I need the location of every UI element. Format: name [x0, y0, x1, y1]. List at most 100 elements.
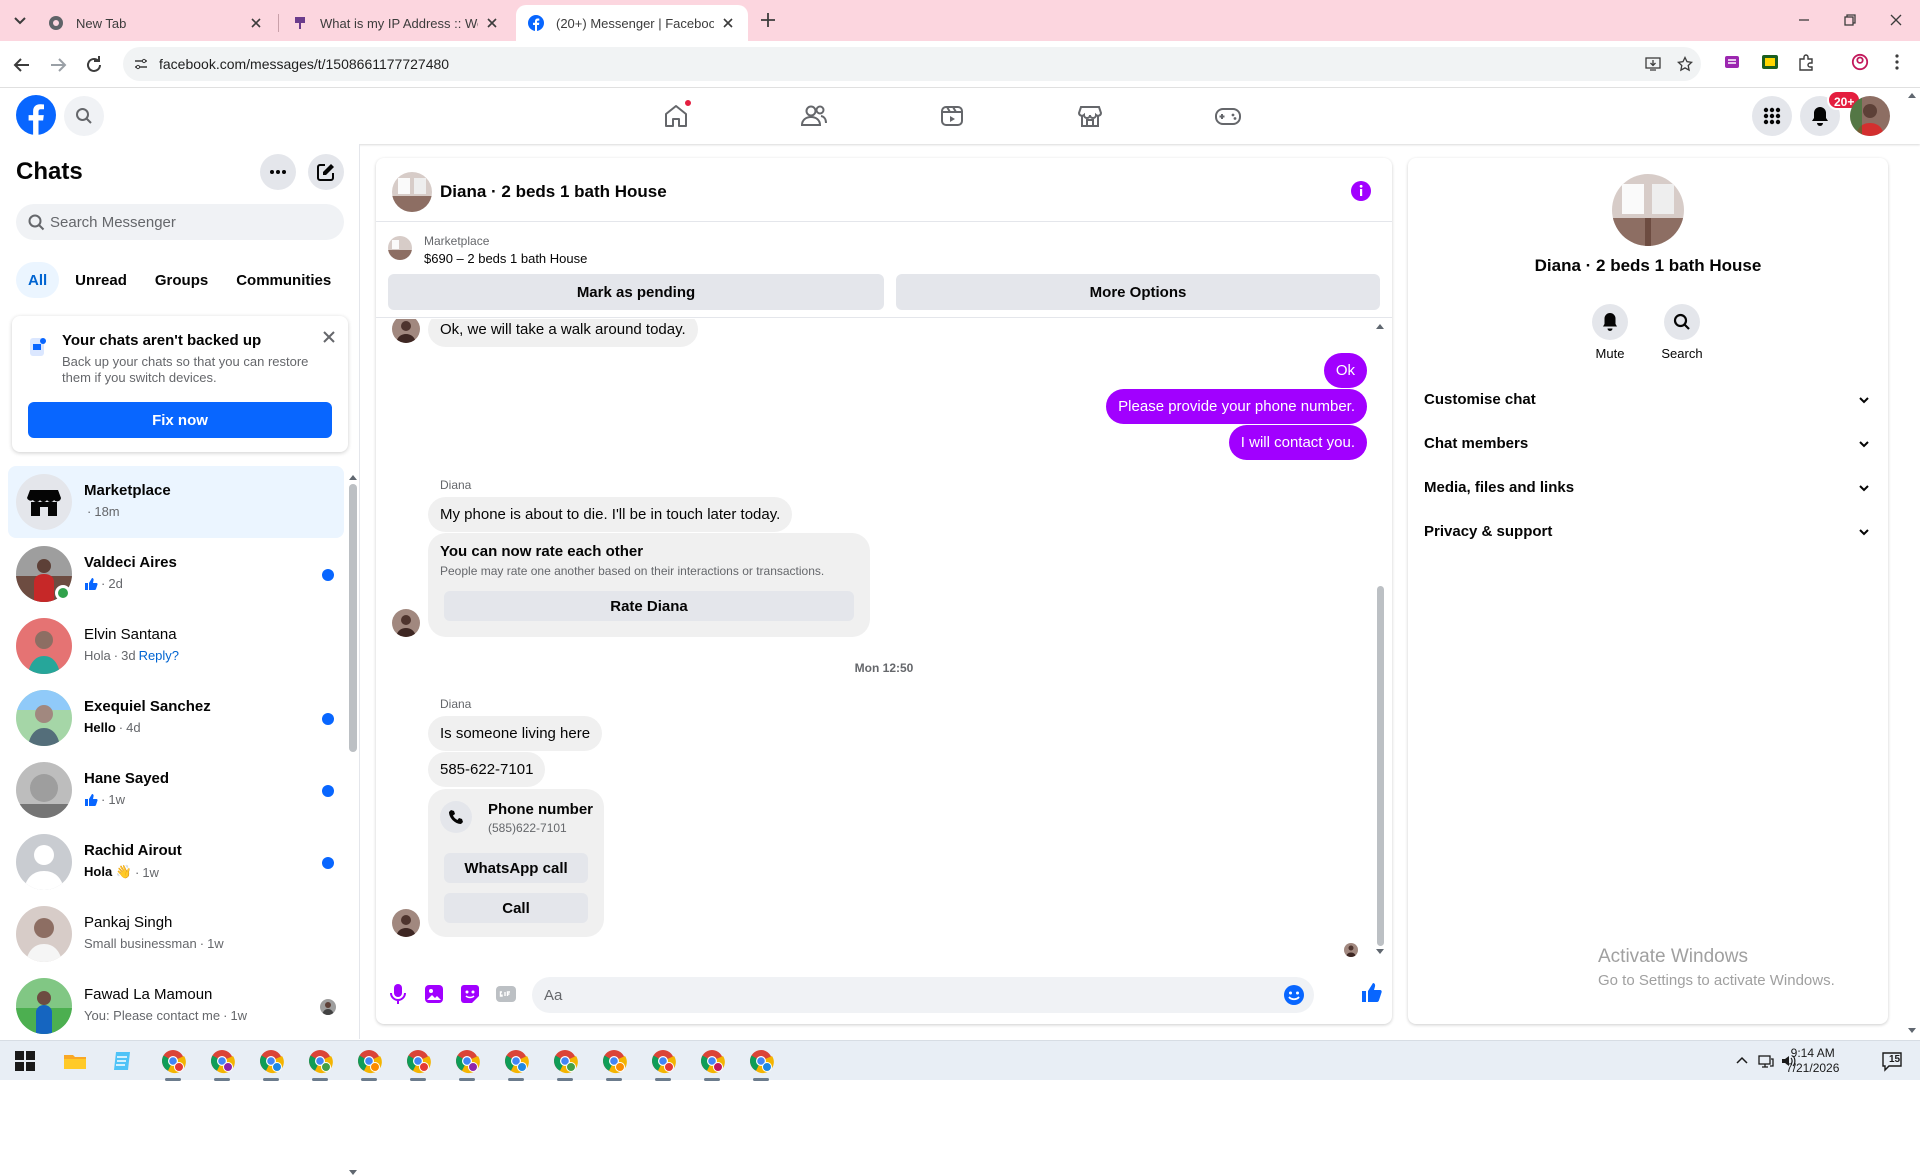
filter-unread[interactable]: Unread	[63, 262, 139, 298]
close-icon[interactable]	[484, 15, 500, 31]
scroll-down-arrow-icon[interactable]	[1907, 1028, 1917, 1034]
taskbar-chrome-window[interactable]	[307, 1048, 333, 1081]
taskbar-chrome-window[interactable]	[503, 1048, 529, 1081]
notepad-icon[interactable]	[110, 1048, 136, 1074]
chat-item-rachid-airout[interactable]: Rachid Airout Hola 👋 · 1w	[8, 826, 344, 898]
browser-tab-messenger[interactable]: (20+) Messenger | Facebook	[516, 5, 748, 41]
facebook-logo[interactable]	[16, 95, 56, 135]
close-icon[interactable]	[320, 328, 338, 346]
nav-gaming[interactable]	[1212, 100, 1244, 132]
file-explorer-icon[interactable]	[62, 1048, 88, 1074]
nav-marketplace[interactable]	[1074, 100, 1106, 132]
search-action[interactable]: Search	[1652, 304, 1712, 361]
chat-item-marketplace[interactable]: Marketplace · 18m	[8, 466, 344, 538]
restore-icon[interactable]	[1840, 10, 1860, 30]
search-in-chat-button[interactable]	[1664, 304, 1700, 340]
taskbar-chrome-window[interactable]	[454, 1048, 480, 1081]
profile-icon[interactable]	[1851, 53, 1869, 71]
taskbar-chrome-window[interactable]	[160, 1048, 186, 1081]
taskbar-chrome-window[interactable]	[356, 1048, 382, 1081]
bookmark-star-icon[interactable]	[1677, 56, 1693, 72]
scroll-up-arrow-icon[interactable]	[1907, 92, 1917, 98]
chat-item-valdeci-aires[interactable]: Valdeci Aires · 2d	[8, 538, 344, 610]
mute-button[interactable]	[1592, 304, 1628, 340]
network-icon[interactable]	[1758, 1053, 1774, 1069]
reply-prompt[interactable]: Reply?	[139, 648, 179, 663]
close-icon[interactable]	[248, 15, 264, 31]
privacy-support-section[interactable]: Privacy & support	[1416, 510, 1880, 554]
whatsapp-call-button[interactable]: WhatsApp call	[444, 853, 588, 883]
gif-icon[interactable]	[494, 982, 518, 1006]
thread-scrollbar[interactable]	[1375, 323, 1385, 955]
filter-groups[interactable]: Groups	[143, 262, 220, 298]
forward-arrow-icon[interactable]	[46, 53, 70, 77]
puzzle-extensions-icon[interactable]	[1797, 53, 1815, 71]
scroll-down-arrow-icon[interactable]	[349, 1170, 357, 1176]
scrollbar-thumb[interactable]	[1377, 586, 1384, 946]
close-icon[interactable]	[720, 15, 736, 31]
taskbar-chrome-window[interactable]	[650, 1048, 676, 1081]
conversation-title[interactable]: Diana · 2 beds 1 bath House	[440, 182, 667, 202]
microphone-icon[interactable]	[386, 982, 410, 1006]
thumbs-up-icon[interactable]	[1360, 981, 1384, 1005]
chevron-up-icon[interactable]	[1734, 1053, 1750, 1069]
extension-icon[interactable]	[1723, 53, 1741, 71]
emoji-icon[interactable]	[1282, 983, 1306, 1007]
window-close-icon[interactable]	[1886, 10, 1906, 30]
taskbar-chrome-window[interactable]	[405, 1048, 431, 1081]
taskbar-chrome-window[interactable]	[552, 1048, 578, 1081]
taskbar-chrome-window[interactable]	[699, 1048, 725, 1081]
messenger-search[interactable]	[16, 204, 344, 240]
chat-list-scrollbar[interactable]	[349, 474, 357, 1175]
chat-options-button[interactable]	[260, 154, 296, 190]
info-icon[interactable]	[1350, 180, 1372, 202]
browser-tab-new-tab[interactable]: New Tab	[36, 5, 276, 41]
nav-watch[interactable]	[936, 100, 968, 132]
more-options-button[interactable]: More Options	[896, 274, 1380, 310]
filter-all[interactable]: All	[16, 262, 60, 298]
page-scrollbar[interactable]	[1906, 90, 1918, 1038]
account-avatar[interactable]	[1850, 96, 1890, 136]
photo-icon[interactable]	[422, 982, 446, 1006]
menu-button[interactable]	[1752, 96, 1792, 136]
address-bar[interactable]: facebook.com/messages/t/1508661177727480	[123, 47, 1701, 81]
message-input[interactable]	[544, 977, 1264, 1013]
scroll-up-arrow-icon[interactable]	[349, 474, 357, 480]
sticker-icon[interactable]	[458, 982, 482, 1006]
chat-members-section[interactable]: Chat members	[1416, 422, 1880, 466]
listing-title[interactable]: $690 – 2 beds 1 bath House	[424, 251, 587, 266]
browser-tab-ip-address[interactable]: What is my IP Address :: WebB	[280, 5, 512, 41]
media-files-links-section[interactable]: Media, files and links	[1416, 466, 1880, 510]
call-button[interactable]: Call	[444, 893, 588, 923]
mute-action[interactable]: Mute	[1580, 304, 1640, 361]
scroll-up-arrow-icon[interactable]	[1375, 323, 1385, 329]
rate-diana-button[interactable]: Rate Diana	[444, 591, 854, 621]
taskbar-chrome-window[interactable]	[601, 1048, 627, 1081]
customise-chat-section[interactable]: Customise chat	[1416, 378, 1880, 422]
facebook-search-button[interactable]	[64, 96, 104, 136]
windows-start-icon[interactable]	[12, 1048, 38, 1074]
kebab-menu-icon[interactable]	[1888, 53, 1906, 71]
chat-item-hane-sayed[interactable]: Hane Sayed · 1w	[8, 754, 344, 826]
install-app-icon[interactable]	[1645, 56, 1661, 72]
message-input-wrap[interactable]	[532, 977, 1314, 1013]
system-clock[interactable]: 9:14 AM 7/21/2026	[1786, 1046, 1839, 1076]
mark-as-pending-button[interactable]: Mark as pending	[388, 274, 884, 310]
taskbar-chrome-window[interactable]	[258, 1048, 284, 1081]
chat-item-pankaj-singh[interactable]: Pankaj Singh Small businessman · 1w	[8, 898, 344, 970]
chat-item-fawad-la-mamoun[interactable]: Fawad La Mamoun You: Please contact me · 1…	[8, 970, 344, 1042]
search-messenger-input[interactable]	[50, 204, 330, 240]
back-arrow-icon[interactable]	[10, 53, 34, 77]
scroll-down-arrow-icon[interactable]	[1375, 949, 1385, 955]
filter-communities[interactable]: Communities	[224, 262, 343, 298]
notification-center-button[interactable]: 15	[1880, 1049, 1904, 1073]
site-settings-icon[interactable]	[133, 56, 149, 72]
fix-now-button[interactable]: Fix now	[28, 402, 332, 438]
nav-home[interactable]	[660, 99, 692, 132]
tab-search-button[interactable]	[8, 10, 32, 32]
scrollbar-thumb[interactable]	[349, 484, 357, 752]
extension-icon[interactable]	[1761, 53, 1779, 71]
taskbar-chrome-window[interactable]	[748, 1048, 774, 1081]
chat-item-exequiel-sanchez[interactable]: Exequiel Sanchez Hello · 4d	[8, 682, 344, 754]
conversation-avatar[interactable]	[392, 172, 432, 212]
